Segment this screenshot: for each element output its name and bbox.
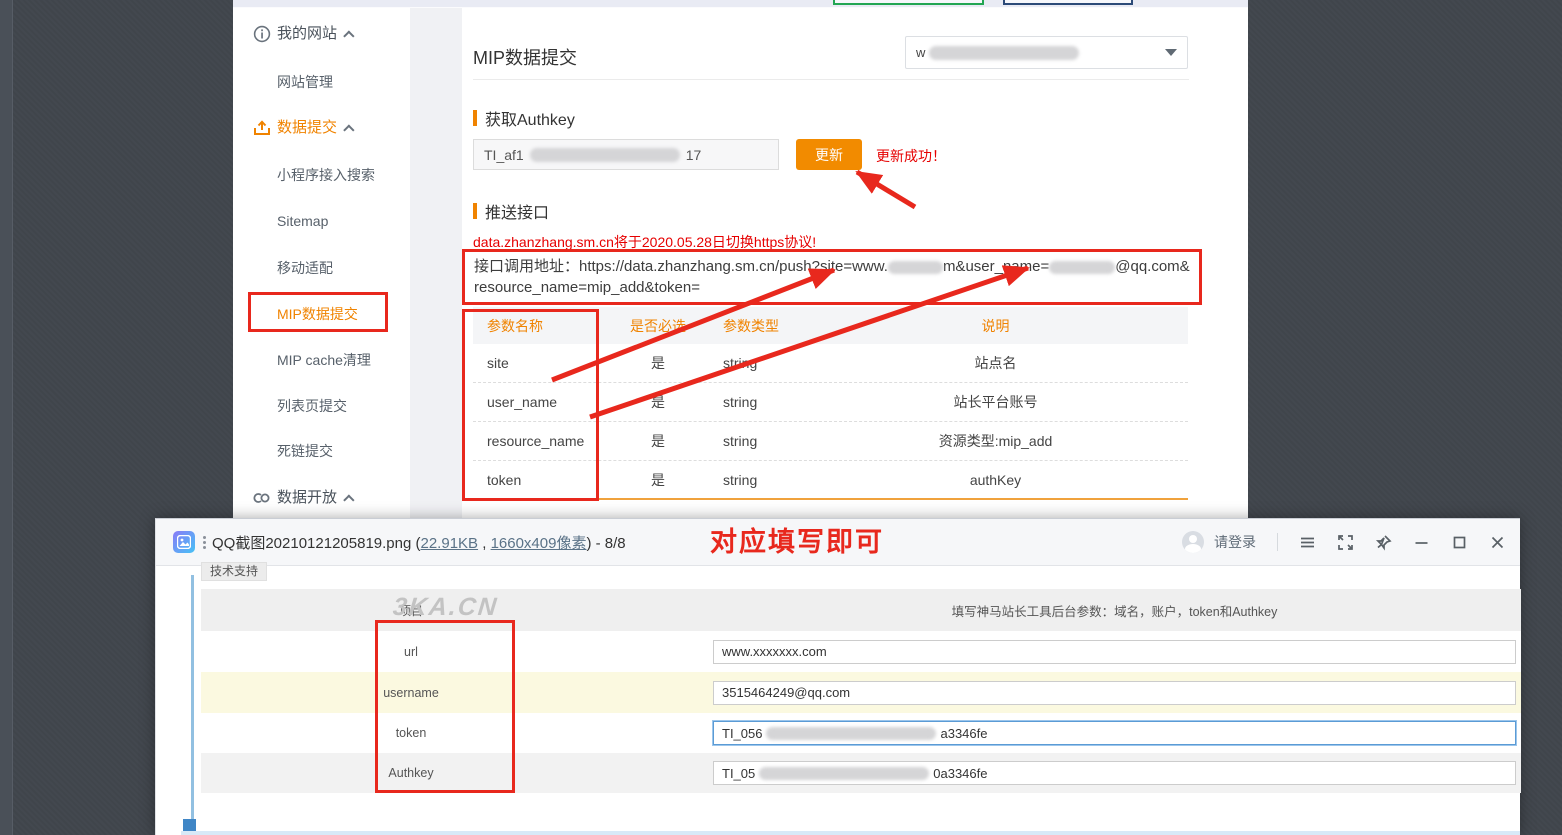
sidebar-item-label: Sitemap [277, 213, 328, 229]
upload-icon [253, 119, 271, 137]
chevron-up-icon [343, 494, 354, 505]
sidebar-item-label: 列表页提交 [277, 398, 347, 414]
masked-site-name [929, 46, 1079, 60]
pin-icon[interactable] [1375, 534, 1392, 551]
url-field[interactable]: www.xxxxxxx.com [713, 640, 1516, 664]
fill-in-hint-annotation: 对应填写即可 [710, 520, 884, 559]
tech-support-tab[interactable]: 技术支持 [201, 562, 267, 581]
sidebar-item-label: 我的网站 [277, 25, 337, 42]
sidebar-item-mip-cache-clean[interactable]: MIP cache清理 [277, 350, 371, 370]
sidebar-item-label: 死链提交 [277, 443, 333, 459]
sidebar-item-sitemap[interactable]: Sitemap [277, 211, 328, 231]
maximize-icon[interactable] [1451, 534, 1468, 551]
page-title: MIP数据提交 [473, 44, 577, 70]
sidebar-item-label: 小程序接入搜索 [277, 167, 375, 183]
site-selector-dropdown[interactable]: w [905, 36, 1188, 69]
col-header-description: 说明 [803, 316, 1188, 336]
authkey-input[interactable]: TI_af1 17 [473, 139, 779, 170]
authkey-prefix: TI_af1 [484, 147, 524, 163]
update-success-message: 更新成功！ [876, 146, 946, 166]
titlebar-divider [1277, 533, 1278, 551]
sidebar-item-data-submit[interactable]: 数据提交 [277, 118, 355, 138]
mip-menu-annotation-box [248, 292, 388, 332]
col-header-required: 是否必选 [623, 316, 693, 336]
sidebar-item-mobile-adapt[interactable]: 移动适配 [277, 258, 333, 278]
col-header-type: 参数类型 [693, 316, 803, 336]
form-instructions: 填写神马站长工具后台参数：域名，账户，token和Authkey [713, 601, 1516, 620]
sidebar-item-data-open[interactable]: 数据开放 [277, 488, 355, 508]
user-avatar-icon[interactable] [1182, 531, 1204, 553]
sidebar: 我的网站 网站管理 数据提交 小程序接入搜索 Sitemap 移动适配 MIP数… [233, 8, 410, 518]
sidebar-item-label: 数据开放 [277, 489, 337, 506]
form-labels-annotation-box [375, 620, 515, 793]
link-icon [253, 489, 271, 507]
info-circle-icon [253, 25, 271, 43]
sidebar-content-gap [410, 8, 462, 518]
viewer-filename: QQ截图20210121205819.png (22.91KB , 1660x4… [212, 532, 626, 553]
authkey-field[interactable]: TI_05 0a3346fe [713, 761, 1516, 785]
push-api-section-title: 推送接口 [473, 199, 549, 223]
sidebar-item-miniprogram-search[interactable]: 小程序接入搜索 [277, 165, 375, 185]
api-url-part: 接口调用地址：https://data.zhanzhang.sm.cn/push… [474, 258, 888, 275]
update-button[interactable]: 更新 [796, 139, 862, 170]
close-icon[interactable] [1489, 534, 1506, 551]
header-divider [473, 79, 1189, 80]
minimize-icon[interactable] [1413, 534, 1430, 551]
image-viewer-app-icon [173, 531, 195, 553]
username-field[interactable]: 3515464249@qq.com [713, 681, 1516, 705]
sidebar-item-my-website[interactable]: 我的网站 [277, 24, 355, 44]
image-viewer-window: QQ截图20210121205819.png (22.91KB , 1660x4… [155, 518, 1520, 835]
authkey-suffix: 17 [686, 147, 702, 163]
chevron-up-icon [343, 30, 354, 41]
param-column-annotation-box [462, 309, 599, 501]
dropdown-caret-icon [1165, 49, 1177, 56]
watermark-text: 3KA.CN [391, 593, 499, 622]
authkey-section-title: 获取Authkey [473, 106, 575, 130]
sidebar-item-label: MIP cache清理 [277, 352, 371, 368]
file-size-link[interactable]: 22.91KB [421, 535, 479, 552]
sidebar-item-dead-link-submit[interactable]: 死链提交 [277, 441, 333, 461]
api-url-annotation-box: 接口调用地址：https://data.zhanzhang.sm.cn/push… [462, 249, 1202, 305]
site-selector-value: w [916, 45, 925, 60]
sidebar-item-label: 移动适配 [277, 260, 333, 276]
masked-domain [888, 261, 943, 274]
api-url-part: m&user_name= [943, 258, 1049, 275]
masked-authkey [530, 148, 680, 162]
chevron-up-icon [343, 124, 354, 135]
masked-username [1049, 261, 1115, 274]
dimensions-link[interactable]: 1660x409像素 [491, 535, 587, 552]
menu-icon[interactable] [1299, 534, 1316, 551]
token-field[interactable]: TI_056 a3346fe [713, 721, 1516, 745]
sidebar-item-label: 网站管理 [277, 74, 333, 90]
viewer-bottom-strip [181, 831, 1520, 835]
fullscreen-icon[interactable] [1337, 534, 1354, 551]
drag-dots-icon [203, 536, 206, 549]
masked-token [766, 727, 936, 740]
screenshot-left-accent [191, 575, 194, 825]
sidebar-item-site-management[interactable]: 网站管理 [277, 72, 333, 92]
cropped-green-button-fragment [833, 0, 984, 5]
cropped-blue-button-fragment [1003, 0, 1133, 5]
screen-left-edge [0, 0, 13, 835]
sidebar-item-list-page-submit[interactable]: 列表页提交 [277, 396, 347, 416]
masked-authkey-value [759, 767, 929, 780]
login-button[interactable]: 请登录 [1214, 532, 1256, 552]
sidebar-item-label: 数据提交 [277, 119, 337, 136]
